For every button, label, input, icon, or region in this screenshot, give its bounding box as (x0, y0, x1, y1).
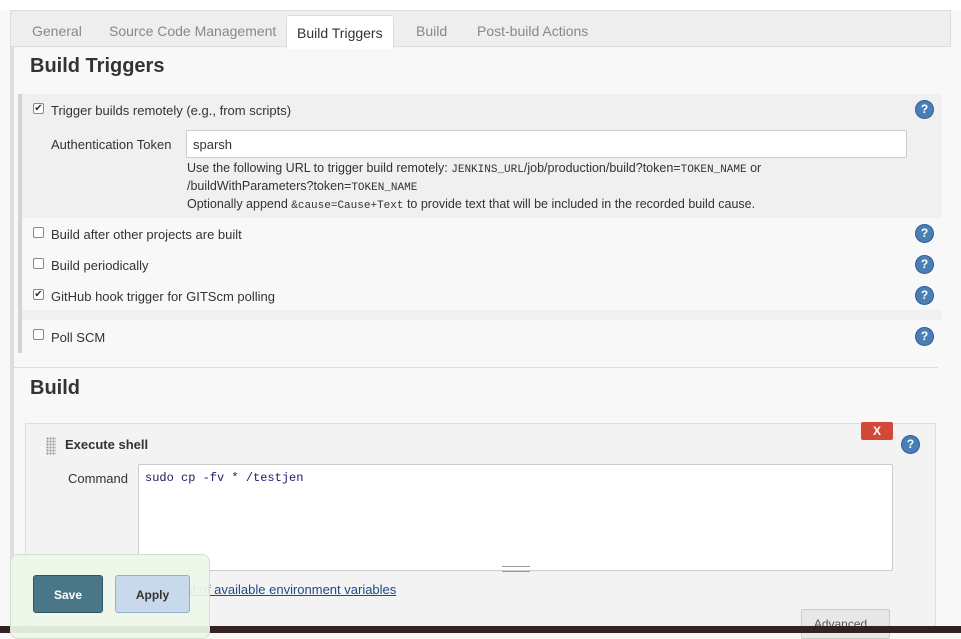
github-hook-config-strip (22, 310, 942, 320)
desc-text: /job/production/build?token= (523, 161, 681, 175)
tab-source-code-management[interactable]: Source Code Management (109, 23, 276, 39)
build-after-other-label: Build after other projects are built (51, 227, 242, 242)
desc-text: to provide text that will be included in… (403, 197, 756, 211)
command-textarea[interactable]: sudo cp -fv * /testjen (138, 464, 893, 571)
desc-code: TOKEN_NAME (680, 164, 747, 176)
help-icon[interactable]: ? (916, 225, 933, 242)
env-variables-link[interactable]: st of available environment variables (186, 582, 396, 597)
desc-text: /buildWithParameters?token= (187, 179, 352, 193)
apply-button[interactable]: Apply (115, 575, 190, 613)
delete-step-button[interactable]: X (861, 422, 893, 440)
section-divider (14, 367, 938, 368)
advanced-button[interactable]: Advanced... (801, 609, 890, 639)
desc-code: TOKEN_NAME (351, 182, 418, 194)
build-triggers-heading: Build Triggers (30, 55, 165, 77)
github-hook-label: GitHub hook trigger for GITScm polling (51, 289, 275, 304)
help-icon[interactable]: ? (916, 101, 933, 118)
help-icon[interactable]: ? (916, 256, 933, 273)
trigger-options-bar (18, 218, 22, 353)
execute-shell-title: Execute shell (65, 437, 149, 452)
help-icon[interactable]: ? (902, 436, 919, 453)
tab-post-build-actions[interactable]: Post-build Actions (477, 23, 588, 39)
resize-grip-icon[interactable] (502, 566, 530, 572)
build-periodically-checkbox[interactable] (33, 258, 44, 269)
github-hook-checkbox[interactable]: ✔ (33, 289, 44, 300)
remote-url-description-line2: /buildWithParameters?token=TOKEN_NAME (187, 177, 417, 197)
desc-code: &cause=Cause+Text (291, 200, 404, 212)
tab-build[interactable]: Build (416, 23, 447, 39)
command-label: Command (68, 471, 128, 486)
config-tab-bar: General Source Code Management Build Tri… (10, 10, 951, 49)
build-after-other-checkbox[interactable] (33, 227, 44, 238)
trigger-remote-label: Trigger builds remotely (e.g., from scri… (51, 103, 292, 118)
help-icon[interactable]: ? (916, 287, 933, 304)
poll-scm-checkbox[interactable] (33, 329, 44, 340)
trigger-remote-checkbox[interactable]: ✔ (33, 103, 44, 114)
auth-token-label: Authentication Token (51, 137, 172, 152)
tab-general[interactable]: General (32, 23, 82, 39)
desc-text: Use the following URL to trigger build r… (187, 161, 452, 175)
auth-token-input[interactable] (186, 130, 907, 158)
poll-scm-label: Poll SCM (51, 330, 106, 345)
top-strip (0, 0, 961, 10)
command-text: sudo cp -fv * /testjen (145, 471, 304, 485)
tab-build-triggers[interactable]: Build Triggers (286, 15, 394, 49)
build-heading: Build (30, 377, 80, 399)
drag-handle-icon[interactable] (46, 437, 56, 455)
save-button[interactable]: Save (33, 575, 103, 613)
remote-url-description-line3: Optionally append &cause=Cause+Text to p… (187, 195, 755, 215)
remote-url-description-line1: Use the following URL to trigger build r… (187, 159, 761, 179)
desc-text: or (746, 161, 762, 175)
desc-code: JENKINS_URL (451, 164, 524, 176)
desc-text: Optionally append (187, 197, 292, 211)
build-periodically-label: Build periodically (51, 258, 149, 273)
help-icon[interactable]: ? (916, 328, 933, 345)
left-gutter (10, 47, 14, 633)
